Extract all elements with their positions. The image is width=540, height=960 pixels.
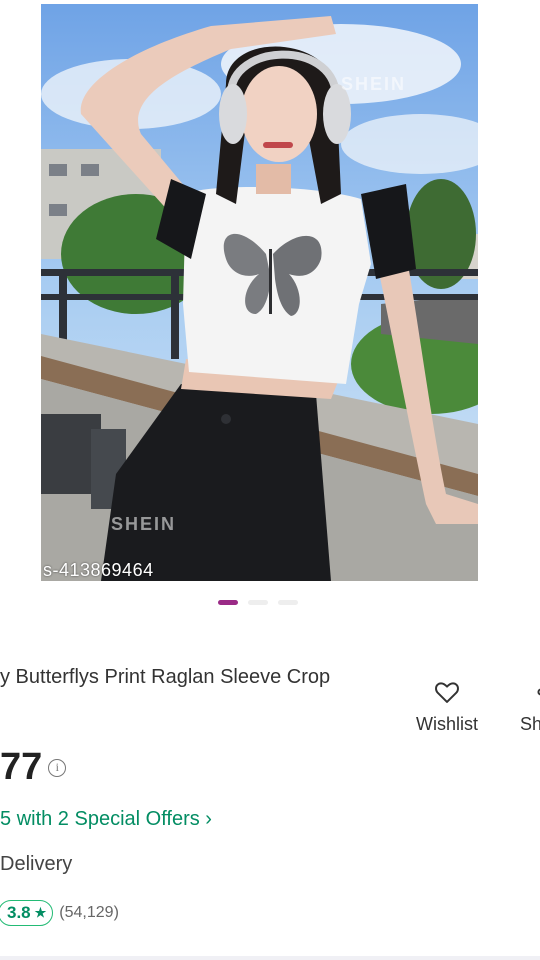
product-price: 77 i <box>0 746 67 789</box>
carousel-dot[interactable] <box>248 600 268 605</box>
carousel-dot-active[interactable] <box>218 600 238 605</box>
share-label: Sh <box>520 714 540 734</box>
carousel-indicator <box>218 600 298 605</box>
share-button[interactable]: Sh <box>520 678 540 735</box>
watermark-bottom: SHEIN <box>111 514 177 534</box>
rating-row[interactable]: 3.8 ★ (54,129) <box>0 900 119 926</box>
divider <box>0 956 540 960</box>
image-id-label: s-413869464 <box>43 560 154 580</box>
heart-icon <box>435 682 459 703</box>
product-photo <box>41 4 478 581</box>
carousel-dot[interactable] <box>278 600 298 605</box>
rating-count: (54,129) <box>59 904 119 921</box>
wishlist-label: Wishlist <box>416 714 478 734</box>
product-title: y Butterflys Print Raglan Sleeve Crop <box>0 666 331 688</box>
info-icon[interactable]: i <box>48 758 67 777</box>
delivery-label: Delivery <box>0 853 73 875</box>
special-offers-link[interactable]: 5 with 2 Special Offers › <box>0 808 212 831</box>
rating-badge: 3.8 ★ <box>0 900 54 926</box>
rating-value: 3.8 <box>7 903 31 922</box>
product-image[interactable]: SHEIN SHEIN s-413869464 <box>41 4 478 581</box>
offers-prefix: 5 <box>0 808 12 830</box>
price-value: 77 <box>0 746 43 788</box>
share-icon <box>537 688 540 696</box>
star-icon: ★ <box>34 905 47 920</box>
offers-text: with 2 Special Offers › <box>16 808 212 830</box>
wishlist-button[interactable]: Wishlist <box>416 678 478 735</box>
watermark-top: SHEIN <box>341 74 407 94</box>
